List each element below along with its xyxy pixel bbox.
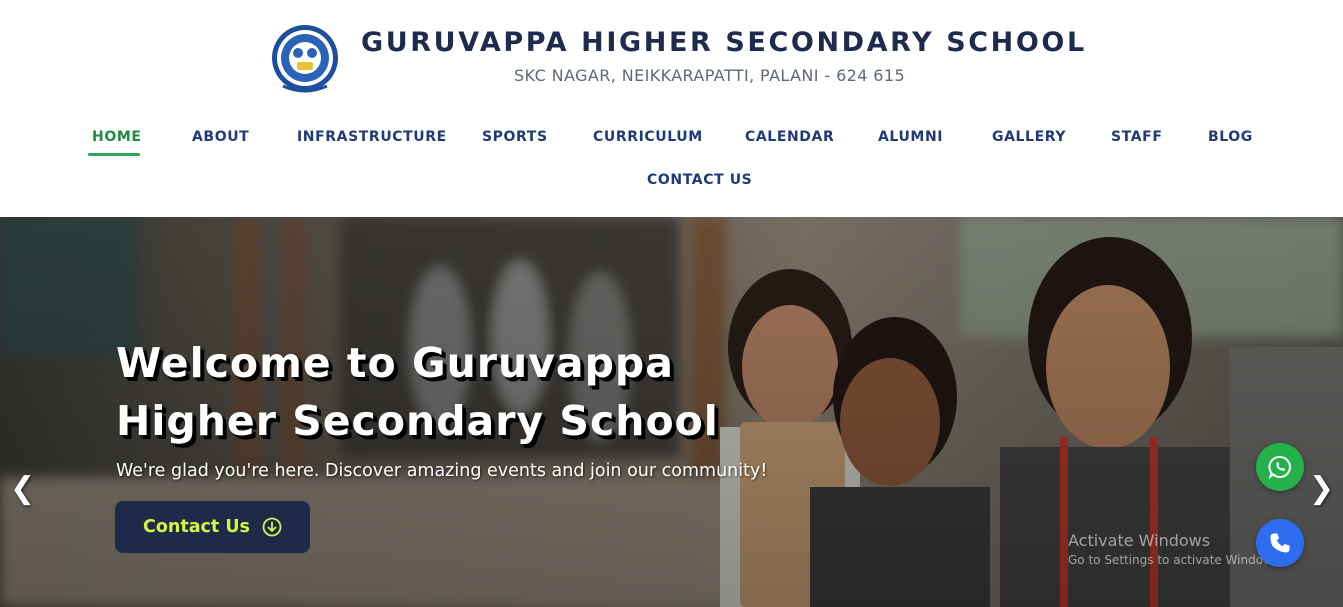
hero-slider: Welcome to Guruvappa Higher Secondary Sc… <box>0 217 1343 607</box>
nav-item-home[interactable]: HOME <box>92 129 142 145</box>
nav-item-sports[interactable]: SPORTS <box>482 129 548 145</box>
phone-call-button[interactable] <box>1256 519 1304 567</box>
nav-item-gallery[interactable]: GALLERY <box>992 129 1066 145</box>
activate-windows-watermark: Activate Windows Go to Settings to activ… <box>1068 531 1283 567</box>
activate-windows-title: Activate Windows <box>1068 531 1211 550</box>
nav-item-calendar[interactable]: CALENDAR <box>745 129 834 145</box>
whatsapp-icon <box>1268 456 1291 480</box>
hero-title: Welcome to Guruvappa Higher Secondary Sc… <box>116 334 796 450</box>
nav-item-alumni[interactable]: ALUMNI <box>878 129 943 145</box>
nav-item-infrastructure[interactable]: INFRASTRUCTURE <box>297 129 447 145</box>
nav-item-about[interactable]: ABOUT <box>192 129 249 145</box>
contact-us-button-label: Contact Us <box>143 517 250 537</box>
slider-next-arrow[interactable]: ❯ <box>1309 471 1334 506</box>
contact-us-button[interactable]: Contact Us <box>115 501 310 553</box>
school-name: GURUVAPPA HIGHER SECONDARY SCHOOL <box>361 27 1087 58</box>
hero-title-line2: Higher Secondary School <box>116 397 719 445</box>
activate-windows-subtitle: Go to Settings to activate Windows. <box>1068 553 1283 567</box>
nav-item-staff[interactable]: STAFF <box>1111 129 1163 145</box>
site-header: GURUVAPPA HIGHER SECONDARY SCHOOL SKC NA… <box>0 0 1343 217</box>
hero-title-line1: Welcome to Guruvappa <box>116 339 674 387</box>
school-address: SKC NAGAR, NEIKKARAPATTI, PALANI - 624 6… <box>514 66 906 85</box>
slider-prev-arrow[interactable]: ❮ <box>10 471 35 506</box>
phone-icon <box>1270 533 1290 553</box>
arrow-down-circle-icon <box>262 517 282 537</box>
nav-item-blog[interactable]: BLOG <box>1208 129 1253 145</box>
nav-item-contact-us[interactable]: CONTACT US <box>647 172 752 188</box>
hero-subtitle: We're glad you're here. Discover amazing… <box>116 461 768 481</box>
nav-active-underline <box>88 153 140 156</box>
nav-item-curriculum[interactable]: CURRICULUM <box>593 129 703 145</box>
school-logo[interactable] <box>271 22 339 94</box>
whatsapp-button[interactable] <box>1256 443 1304 491</box>
